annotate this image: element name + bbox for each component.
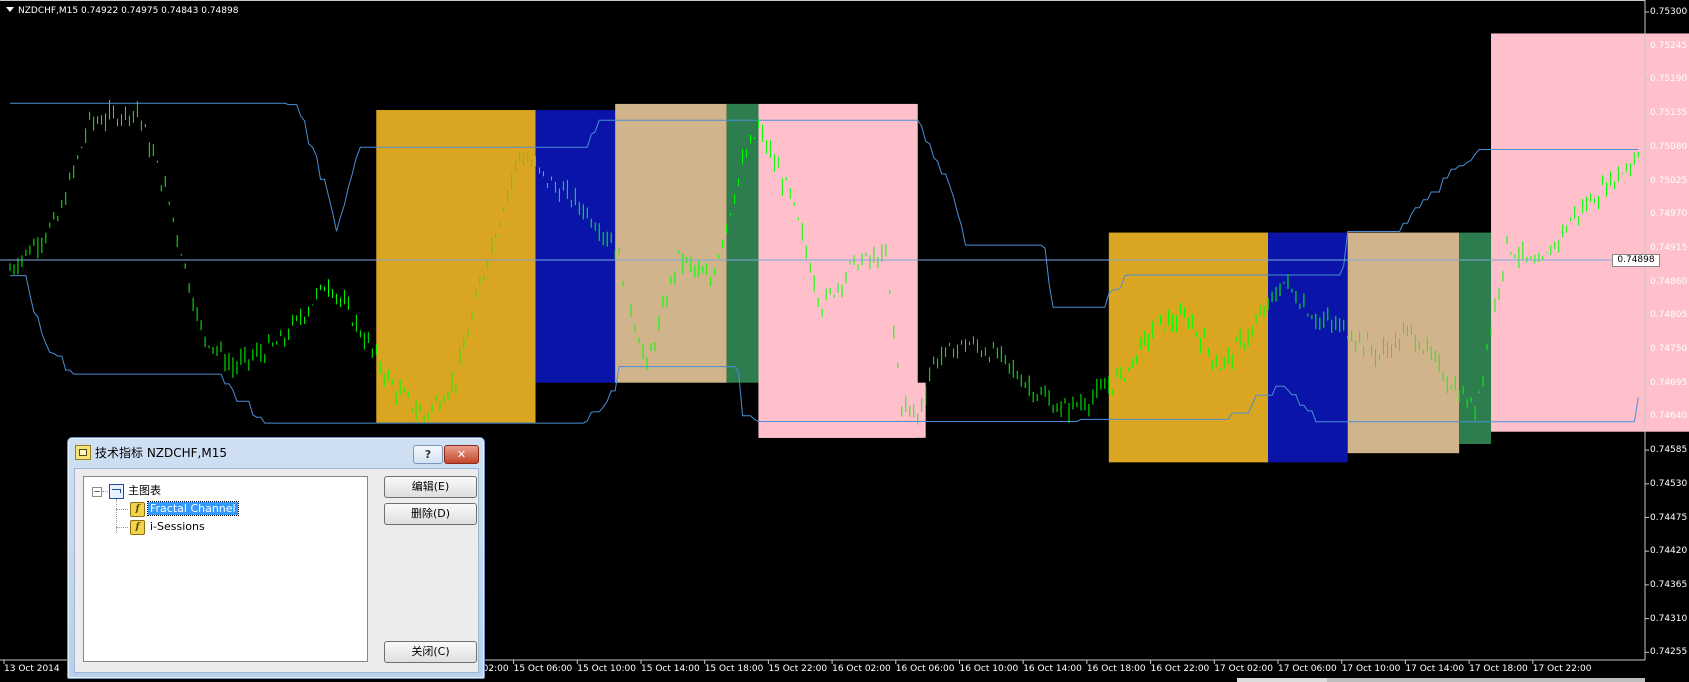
time-axis-label: 16 Oct 22:00 (1150, 664, 1210, 674)
price-axis-label: 0.75190 (1650, 74, 1688, 85)
price-axis-label: 0.74420 (1650, 546, 1688, 557)
price-axis-label: 0.74365 (1650, 579, 1688, 590)
time-axis-label: 15 Oct 06:00 (513, 664, 573, 674)
session-box (1347, 232, 1460, 454)
dialog-body: − 主图表 f Fractal Channel f i-Sessions 编辑(… (74, 468, 479, 673)
main-chart-icon (109, 484, 124, 499)
close-window-button[interactable]: ✕ (444, 445, 479, 464)
bottom-scroll-strip[interactable] (1237, 678, 1327, 682)
price-axis-label: 0.75135 (1650, 108, 1688, 119)
delete-button[interactable]: 删除(D) (384, 503, 477, 525)
indicator-tree[interactable]: − 主图表 f Fractal Channel f i-Sessions (83, 476, 368, 662)
price-axis-label: 0.74310 (1650, 613, 1688, 624)
price-axis-label: 0.75025 (1650, 175, 1688, 186)
dialog-title: 技术指标 NZDCHF,M15 (95, 446, 227, 460)
tree-root-main-chart[interactable]: 主图表 (128, 483, 161, 499)
session-box (535, 110, 616, 383)
time-axis-label: 13 Oct 2014 (4, 664, 60, 674)
price-axis-label: 0.74640 (1650, 411, 1688, 422)
price-axis-label: 0.74750 (1650, 344, 1688, 354)
session-box (615, 103, 727, 383)
price-axis-label: 0.74860 (1650, 276, 1688, 287)
help-button[interactable]: ? (413, 445, 443, 464)
tree-item-label: i-Sessions (150, 520, 205, 533)
bottom-scroll-strip-2[interactable] (1327, 678, 1645, 682)
time-axis-label: 16 Oct 02:00 (832, 664, 891, 674)
tree-item-fractal-channel[interactable]: Fractal Channel (147, 501, 239, 517)
session-box (1268, 232, 1348, 463)
dialog-titlebar[interactable]: 技术指标 NZDCHF,M15 ? ✕ (68, 438, 484, 464)
time-axis-label: 15 Oct 14:00 (641, 664, 700, 674)
price-axis-label: 0.75080 (1650, 141, 1688, 152)
time-axis-label: 15 Oct 22:00 (768, 664, 828, 674)
app-icon (75, 445, 91, 460)
collapse-triangle-icon[interactable] (6, 7, 14, 12)
price-axis-label: 0.74255 (1650, 647, 1688, 658)
price-axis-label: 0.75245 (1650, 40, 1688, 51)
tree-connector (102, 491, 108, 492)
tree-item-label: Fractal Channel (147, 501, 239, 516)
tree-item-i-sessions[interactable]: i-Sessions (150, 519, 205, 535)
time-axis-label: 16 Oct 10:00 (959, 664, 1019, 674)
edit-button[interactable]: 编辑(E) (384, 476, 477, 498)
collapse-toggle-icon[interactable]: − (92, 487, 102, 497)
price-axis-label: 0.74970 (1650, 209, 1688, 220)
indicators-dialog: 技术指标 NZDCHF,M15 ? ✕ − 主图表 f Fractal Chan… (67, 437, 485, 679)
indicator-icon: f (130, 520, 145, 535)
price-axis-label: 0.74530 (1650, 478, 1688, 489)
time-axis-label: 15 Oct 18:00 (704, 664, 764, 674)
price-axis-label: 0.74585 (1650, 445, 1688, 456)
price-axis-label: 0.74915 (1650, 242, 1688, 253)
close-button[interactable]: 关闭(C) (384, 641, 477, 663)
current-price-tag: 0.74898 (1612, 254, 1660, 267)
time-axis-label: 16 Oct 06:00 (895, 664, 955, 674)
session-box (726, 103, 759, 383)
time-axis-label: 17 Oct 18:00 (1469, 664, 1528, 674)
time-axis-label: 15 Oct 10:00 (577, 664, 636, 674)
time-axis-label: 17 Oct 22:00 (1532, 664, 1592, 674)
time-axis-label: 17 Oct 06:00 (1278, 664, 1337, 674)
price-axis-label: 0.74695 (1650, 377, 1688, 388)
session-boxes (376, 33, 1689, 463)
time-axis-label: 17 Oct 10:00 (1341, 664, 1401, 674)
tree-connector (116, 527, 128, 528)
session-box (376, 110, 536, 423)
symbol-info-text: NZDCHF,M15 0.74922 0.74975 0.74843 0.748… (18, 6, 239, 16)
price-axis-label: 0.75300 (1650, 7, 1688, 17)
price-axis-label: 0.74475 (1650, 512, 1688, 523)
time-axis-label: 16 Oct 18:00 (1086, 664, 1146, 674)
indicator-icon: f (130, 502, 145, 517)
chart-symbol-header: NZDCHF,M15 0.74922 0.74975 0.74843 0.748… (6, 6, 238, 16)
tree-connector (116, 509, 128, 510)
time-axis-label: 17 Oct 14:00 (1405, 664, 1465, 674)
price-axis-label: 0.74805 (1650, 310, 1688, 321)
time-axis-label: 17 Oct 02:00 (1214, 664, 1273, 674)
session-box (758, 382, 926, 438)
time-axis-label: 16 Oct 14:00 (1023, 664, 1082, 674)
session-box (1491, 33, 1689, 432)
